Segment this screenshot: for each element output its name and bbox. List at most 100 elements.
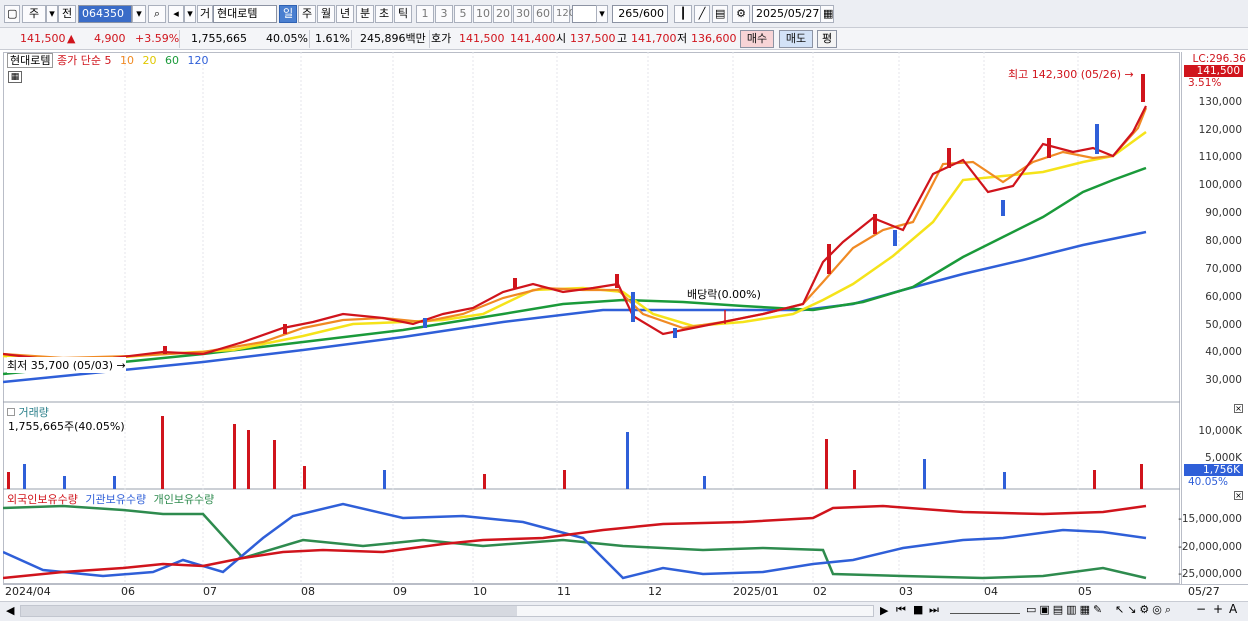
- ma5-line: [3, 105, 1147, 362]
- x-tick: 11: [557, 585, 571, 598]
- period-tab-month[interactable]: 월: [317, 5, 335, 23]
- legend-foreign[interactable]: 외국인보유수량: [7, 493, 78, 506]
- stock-code-input[interactable]: 064350: [78, 5, 132, 23]
- ask-price: 141,500: [459, 32, 505, 45]
- tools-icon[interactable]: ╱: [694, 5, 710, 23]
- current-price: 141,500: [20, 32, 66, 45]
- table-icon[interactable]: ▦: [8, 71, 22, 83]
- interval-1[interactable]: 1: [416, 5, 434, 23]
- zoom-in-icon[interactable]: +: [1213, 602, 1223, 616]
- font-size-icon[interactable]: A: [1229, 602, 1237, 616]
- ma10-line: [3, 107, 1148, 360]
- candle-style-icon[interactable]: ┃: [674, 5, 692, 23]
- last-price-tag: 141,500: [1184, 65, 1243, 77]
- stock-name-value: 현대로템: [217, 7, 258, 20]
- calendar-icon[interactable]: ▦: [820, 5, 834, 23]
- x-tick: 09: [393, 585, 407, 598]
- period-tab-second[interactable]: 초: [375, 5, 393, 23]
- buy-label: 매수: [746, 32, 768, 45]
- type-mark-label: 거: [200, 7, 211, 20]
- legend-type: 종가 단순: [56, 54, 101, 67]
- turnover-pct: 1.61%: [315, 32, 350, 45]
- low-label: 저: [677, 32, 688, 45]
- y-tick: 130,000: [1198, 96, 1242, 108]
- volume-value: 1,755,665: [191, 32, 247, 45]
- panel-close-icon[interactable]: ×: [1234, 404, 1243, 413]
- market-select[interactable]: 주: [22, 5, 46, 23]
- period-tab-year[interactable]: 년: [336, 5, 354, 23]
- high-price: 141,700: [631, 32, 677, 45]
- up-arrow-icon: ▲: [67, 32, 76, 45]
- interval-5[interactable]: 5: [454, 5, 472, 23]
- zoom-out-icon[interactable]: −: [1196, 602, 1206, 616]
- count-value: 265: [618, 7, 640, 20]
- volume-bars[interactable]: [7, 416, 1143, 489]
- y-tick: 80,000: [1205, 235, 1242, 247]
- scrollbar-track-fill: [21, 606, 517, 616]
- ma20-line: [3, 130, 1147, 362]
- x-tick: 04: [984, 585, 998, 598]
- period-label: 년: [339, 7, 351, 20]
- sell-label: 매도: [785, 32, 807, 45]
- legend-ticker[interactable]: 현대로템: [7, 53, 54, 68]
- x-tick: 08: [301, 585, 315, 598]
- count-field[interactable]: 265/600: [612, 5, 668, 23]
- x-tick: 02: [813, 585, 827, 598]
- period-tab-minute[interactable]: 분: [356, 5, 374, 23]
- interval-3[interactable]: 3: [435, 5, 453, 23]
- legend-ma5: 5: [104, 54, 112, 67]
- interval-label: 20: [496, 7, 510, 20]
- speaker-dropdown-icon[interactable]: ▾: [184, 5, 196, 23]
- y-tick: 40,000: [1205, 346, 1242, 358]
- avg-button[interactable]: 평: [817, 30, 837, 48]
- panel-close-icon[interactable]: ×: [1234, 491, 1243, 500]
- interval-label: 1: [421, 7, 429, 20]
- month-grid: [124, 52, 1079, 584]
- layout-icons[interactable]: ▭▣▤▥▦✎: [1026, 603, 1105, 616]
- y-tick: 90,000: [1205, 207, 1242, 219]
- zoom-slider[interactable]: [950, 606, 1020, 614]
- y-tick: 110,000: [1198, 151, 1242, 163]
- interval-120[interactable]: 120: [553, 5, 575, 23]
- interval-label: 10: [476, 7, 490, 20]
- interval-30[interactable]: 30: [513, 5, 532, 23]
- period-tab-day[interactable]: 일: [279, 5, 297, 23]
- last-volume-tag: 1,756K: [1184, 464, 1243, 476]
- drawing-icons[interactable]: ↖↘⚙◎⌕: [1115, 603, 1174, 617]
- y-tick: 10,000K: [1198, 425, 1242, 437]
- interval-10[interactable]: 10: [473, 5, 492, 23]
- search-icon[interactable]: ⌕: [148, 5, 166, 23]
- bid-price: 141,400: [510, 32, 556, 45]
- price-candles[interactable]: [163, 74, 1145, 354]
- scroll-right-icon[interactable]: ▶: [880, 604, 888, 617]
- interval-label: 5: [459, 7, 467, 20]
- interval-20[interactable]: 20: [493, 5, 512, 23]
- sell-button[interactable]: 매도: [779, 30, 813, 48]
- market-dropdown-icon[interactable]: ▾: [46, 5, 58, 23]
- buy-button[interactable]: 매수: [740, 30, 774, 48]
- period-tab-week[interactable]: 주: [298, 5, 316, 23]
- scroll-left-icon[interactable]: ◀: [6, 604, 14, 617]
- interval-60[interactable]: 60: [533, 5, 552, 23]
- speaker-icon[interactable]: ◂: [168, 5, 184, 23]
- first-icon[interactable]: ⏮: [896, 603, 906, 617]
- code-dropdown-icon[interactable]: ▾: [132, 5, 146, 23]
- volume-pct: 40.05%: [266, 32, 308, 45]
- stop-icon[interactable]: ■: [913, 603, 923, 616]
- x-tick: 12: [648, 585, 662, 598]
- date-input[interactable]: 2025/05/27: [752, 5, 822, 23]
- gear-icon[interactable]: ⚙: [732, 5, 750, 23]
- last-icon[interactable]: ⏭: [929, 603, 939, 617]
- horizontal-scrollbar[interactable]: [20, 605, 874, 617]
- window-icon[interactable]: ▢: [4, 5, 20, 23]
- period-tab-tick[interactable]: 틱: [394, 5, 412, 23]
- interval-dropdown-icon[interactable]: ▾: [596, 5, 608, 23]
- y-axis[interactable]: LC:296.36 141,500 3.51% 130,000 120,000 …: [1178, 52, 1248, 584]
- prev-button[interactable]: 전: [58, 5, 76, 23]
- type-mark: 거: [197, 5, 213, 23]
- period-label: 초: [378, 7, 390, 20]
- legend-individual[interactable]: 개인보유수량: [154, 493, 215, 506]
- interval-label: 3: [440, 7, 448, 20]
- save-icon[interactable]: ▤: [712, 5, 728, 23]
- legend-institution[interactable]: 기관보유수량: [85, 493, 146, 506]
